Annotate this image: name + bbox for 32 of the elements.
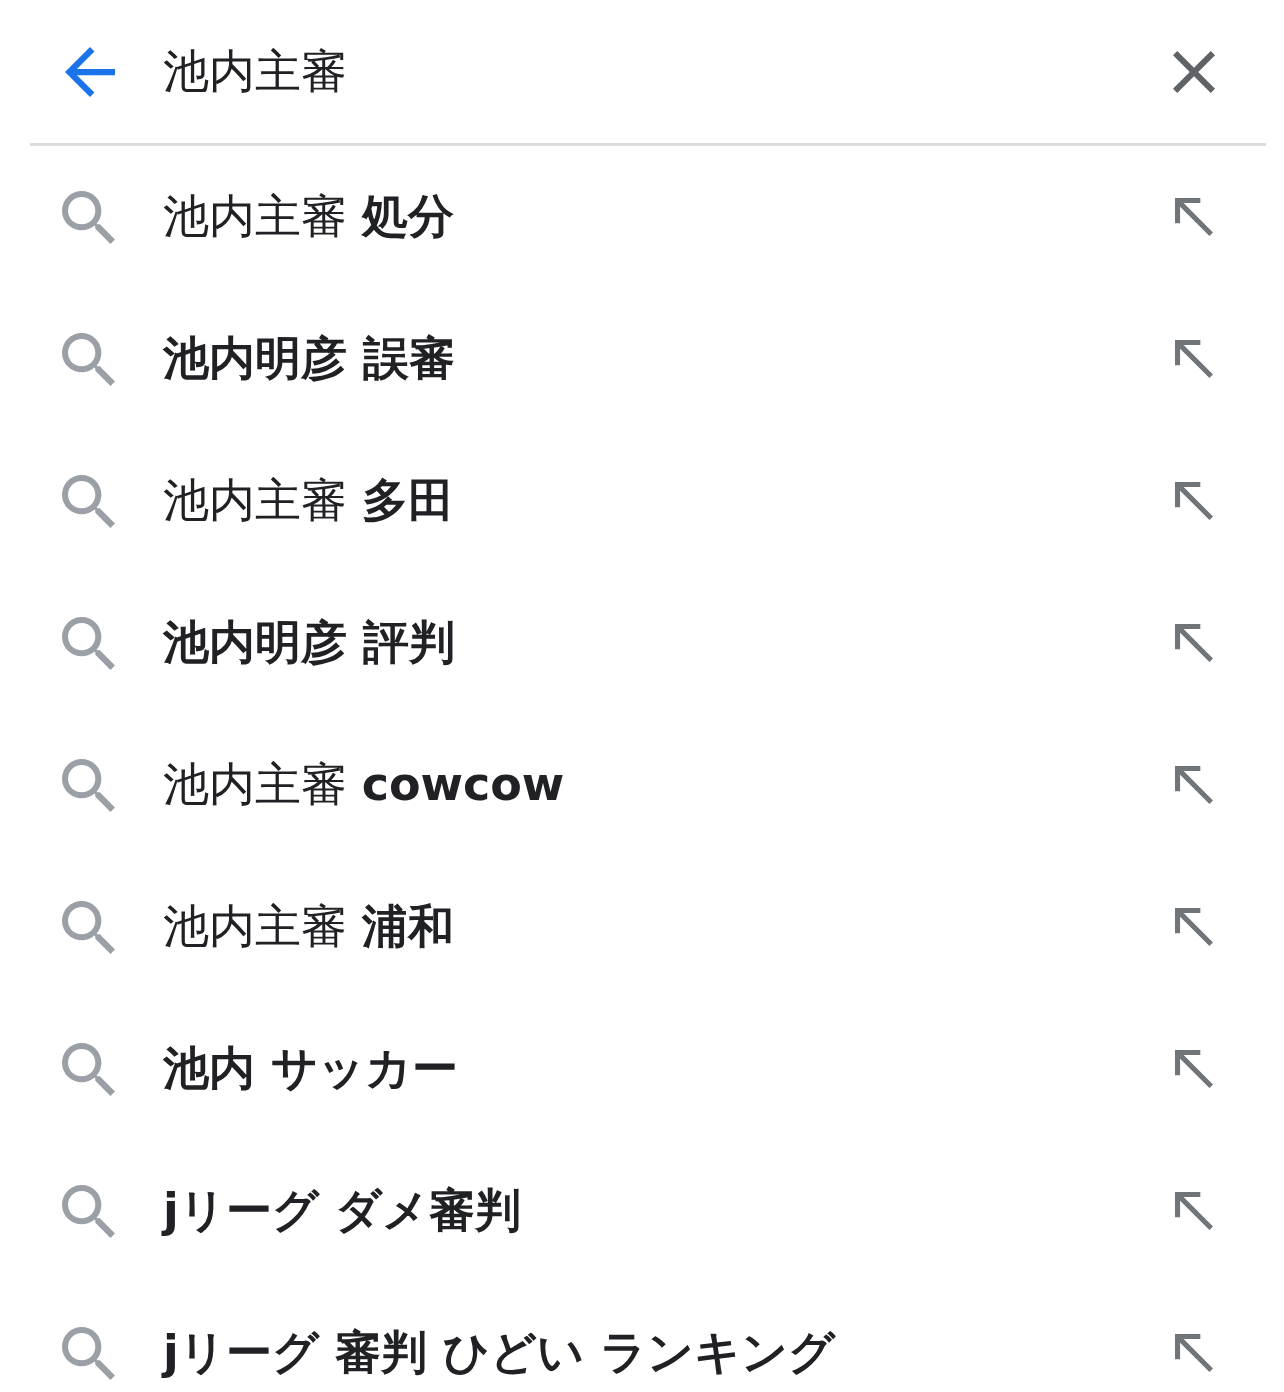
arrow-up-left-icon[interactable]: [1175, 198, 1213, 236]
arrow-up-left-icon[interactable]: [1175, 1192, 1213, 1230]
search-icon: [62, 332, 115, 386]
arrow-up-left-icon[interactable]: [1175, 1334, 1213, 1372]
suggestion-text[interactable]: 池内主審 多田: [163, 473, 1175, 529]
close-icon: [1173, 50, 1215, 93]
arrow-up-left-icon[interactable]: [1175, 1050, 1213, 1088]
search-icon: [62, 1042, 115, 1096]
clear-button[interactable]: [1173, 50, 1215, 93]
search-icon: [62, 474, 115, 528]
suggestion-text[interactable]: 池内明彦 評判: [163, 615, 1175, 671]
back-arrow-icon: [65, 46, 115, 97]
arrow-up-left-icon[interactable]: [1175, 908, 1213, 946]
search-icon: [62, 758, 115, 812]
suggestion-text[interactable]: jリーグ ダメ審判: [163, 1183, 1175, 1239]
arrow-up-left-icon[interactable]: [1175, 482, 1213, 520]
suggestion-text[interactable]: 池内明彦 誤審: [163, 331, 1175, 387]
suggestion-text[interactable]: jリーグ 審判 ひどい ランキング: [163, 1325, 1175, 1381]
arrow-up-left-icon[interactable]: [1175, 624, 1213, 662]
arrow-up-left-icon[interactable]: [1175, 766, 1213, 804]
suggestion-text[interactable]: 池内主審 処分: [163, 189, 1175, 245]
suggestion-text[interactable]: 池内主審 浦和: [163, 899, 1175, 955]
suggestion-text[interactable]: 池内主審 cowcow: [163, 757, 1175, 813]
search-icon: [62, 1184, 115, 1238]
search-field[interactable]: 池内主審: [163, 38, 1173, 105]
search-icon: [62, 616, 115, 670]
arrow-up-left-icon[interactable]: [1175, 340, 1213, 378]
search-icon: [62, 1326, 115, 1380]
suggestion-text[interactable]: 池内 サッカー: [163, 1041, 1175, 1097]
search-icon: [62, 900, 115, 954]
back-button[interactable]: [65, 46, 115, 97]
search-icon: [62, 190, 115, 244]
